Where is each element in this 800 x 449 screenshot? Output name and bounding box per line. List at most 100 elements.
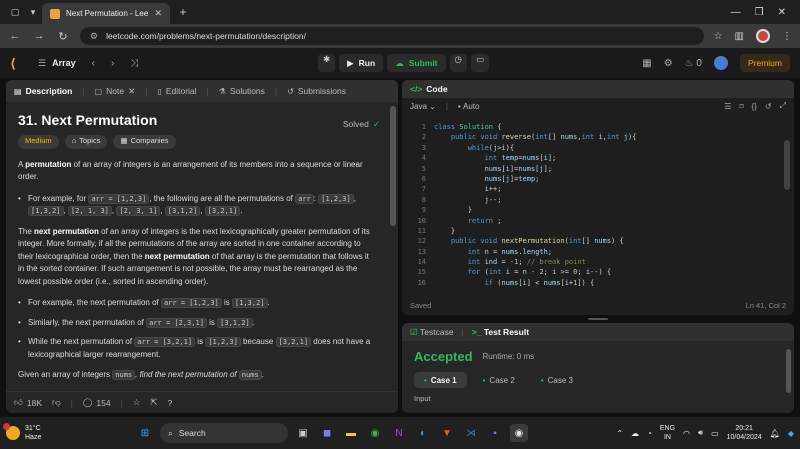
vscode-icon[interactable]: ⋊ bbox=[462, 424, 480, 442]
next-problem-icon[interactable]: › bbox=[111, 58, 114, 69]
reload-icon[interactable]: ↻ bbox=[56, 30, 70, 43]
task-view-icon[interactable]: ▣ bbox=[294, 424, 312, 442]
onenote-icon[interactable]: N bbox=[390, 424, 408, 442]
tab-actions-icon[interactable]: ▢ bbox=[6, 4, 24, 20]
tab-solutions[interactable]: ⚗ Solutions bbox=[219, 86, 265, 96]
history-icon: ↺ bbox=[287, 86, 294, 96]
premium-button[interactable]: Premium bbox=[739, 54, 790, 72]
user-avatar[interactable] bbox=[713, 56, 728, 70]
wifi-icon[interactable]: ◠ bbox=[683, 429, 690, 438]
copilot-icon[interactable]: ◆ bbox=[788, 429, 794, 438]
url-field[interactable]: ⚙ leetcode.com/problems/next-permutation… bbox=[80, 27, 704, 45]
prev-problem-icon[interactable]: ‹ bbox=[92, 58, 95, 69]
description-scrollbar[interactable] bbox=[390, 106, 396, 368]
panel-resize-handle[interactable] bbox=[402, 315, 794, 323]
taskbar-search[interactable]: ⌕ Search bbox=[160, 423, 288, 443]
divider: | bbox=[82, 86, 85, 96]
tab-list-icon[interactable]: ▾ bbox=[24, 4, 42, 20]
sidebar-icon[interactable]: ▥ bbox=[735, 31, 744, 42]
tab-test-result[interactable]: >_ Test Result bbox=[472, 327, 529, 337]
shuffle-icon[interactable]: ⤨ bbox=[130, 58, 138, 69]
minimize-icon[interactable]: — bbox=[731, 7, 741, 18]
format-icon[interactable]: ☰ bbox=[724, 102, 731, 111]
chip-label: Companies bbox=[130, 136, 169, 146]
companies-chip[interactable]: ▦ Companies bbox=[113, 134, 176, 149]
edge-icon[interactable]: ◐ bbox=[414, 424, 432, 442]
like-button[interactable]: 👍︎ 18K bbox=[14, 397, 42, 408]
chrome-icon[interactable]: ◉ bbox=[366, 424, 384, 442]
dislike-button[interactable]: 👎︎ bbox=[52, 397, 61, 408]
new-tab-icon[interactable]: + bbox=[174, 5, 192, 19]
leetcode-logo-icon[interactable]: ⟨ bbox=[10, 56, 24, 71]
divider: | bbox=[120, 397, 123, 408]
brave-icon[interactable]: ▼ bbox=[438, 424, 456, 442]
braces-icon[interactable]: {} bbox=[752, 102, 757, 111]
language-indicator[interactable]: ENG IN bbox=[660, 424, 675, 442]
share-icon[interactable]: ⇱ bbox=[150, 397, 157, 408]
difficulty-chip[interactable]: Medium bbox=[18, 134, 59, 149]
topics-chip[interactable]: ⌂ Topics bbox=[64, 134, 108, 149]
bookmark-star-icon[interactable]: ☆ bbox=[714, 31, 723, 42]
case-label: Case 2 bbox=[489, 375, 515, 385]
close-tab-icon[interactable]: ✕ bbox=[154, 8, 162, 19]
notes-button[interactable]: ▭ bbox=[470, 54, 489, 72]
teams-chat-icon[interactable]: ◼ bbox=[318, 424, 336, 442]
tab-description[interactable]: ▤ Description bbox=[14, 86, 72, 96]
weather-widget[interactable]: 31°C Haze bbox=[3, 423, 116, 442]
favorite-star-icon[interactable]: ☆ bbox=[133, 397, 141, 408]
code-scrollbar[interactable] bbox=[784, 122, 790, 288]
volume-icon[interactable]: 🔊︎ bbox=[698, 428, 703, 438]
code-editor[interactable]: 1 class Solution { 2 public void reverse(… bbox=[402, 122, 794, 288]
intellij-icon[interactable]: ▪ bbox=[486, 424, 504, 442]
comments-button[interactable]: ◯ 154 bbox=[83, 397, 111, 408]
case-3-tab[interactable]: • Case 3 bbox=[531, 372, 583, 388]
run-button[interactable]: ▶ Run bbox=[339, 54, 384, 72]
close-window-icon[interactable]: ✕ bbox=[778, 7, 786, 18]
start-windows-icon[interactable]: ⊞ bbox=[136, 424, 154, 442]
expand-icon[interactable]: ⤢ bbox=[780, 101, 786, 111]
clock[interactable]: 20:21 10/04/2024 bbox=[727, 424, 762, 442]
forward-icon[interactable]: → bbox=[32, 30, 46, 42]
onedrive-cloud-icon[interactable]: ☁ bbox=[631, 429, 639, 438]
timer-button[interactable]: ◷ bbox=[449, 54, 467, 72]
test-scrollbar[interactable] bbox=[786, 349, 791, 393]
search-label: Search bbox=[178, 428, 206, 438]
problem-list-name[interactable]: Array bbox=[52, 58, 76, 68]
debug-button[interactable]: ✱ bbox=[318, 54, 336, 72]
tab-testcase[interactable]: ☑ Testcase bbox=[410, 327, 454, 338]
scrollbar-thumb[interactable] bbox=[784, 140, 790, 190]
active-chrome-icon[interactable]: ◉ bbox=[510, 424, 528, 442]
maximize-icon[interactable]: ❐ bbox=[755, 7, 764, 18]
browser-tab[interactable]: Next Permutation - LeetCode ✕ bbox=[42, 3, 170, 24]
flask-icon: ⚗ bbox=[218, 86, 226, 96]
case-2-tab[interactable]: • Case 2 bbox=[473, 372, 525, 388]
tab-submissions[interactable]: ↺ Submissions bbox=[287, 86, 346, 96]
settings-icon[interactable]: ⚙ bbox=[664, 58, 673, 69]
leetcode-favicon-icon bbox=[50, 8, 60, 19]
close-icon[interactable]: ✕ bbox=[128, 86, 135, 97]
back-icon[interactable]: ← bbox=[8, 30, 22, 42]
autocomplete-toggle[interactable]: ▪ Auto bbox=[458, 102, 480, 111]
help-icon[interactable]: ? bbox=[168, 398, 173, 408]
tab-editorial[interactable]: ▯ Editorial bbox=[157, 86, 196, 96]
resize-grip[interactable] bbox=[588, 318, 608, 320]
scrollbar-thumb[interactable] bbox=[390, 106, 396, 226]
streak-counter[interactable]: ♨ 0 bbox=[685, 58, 702, 69]
layout-icon[interactable]: ▦ bbox=[642, 58, 651, 69]
case-1-tab[interactable]: • Case 1 bbox=[414, 372, 467, 388]
security-icon[interactable]: ◔ bbox=[647, 429, 652, 438]
chevron-up-icon[interactable]: ⌃ bbox=[616, 429, 623, 438]
reset-icon[interactable]: ↺ bbox=[765, 102, 772, 111]
submit-button[interactable]: ☁ Submit bbox=[387, 54, 446, 72]
profile-avatar[interactable] bbox=[756, 29, 770, 43]
battery-icon[interactable]: ▭ bbox=[711, 429, 719, 438]
language-select[interactable]: Java ⌄ bbox=[410, 102, 436, 111]
site-info-icon[interactable]: ⚙ bbox=[90, 31, 98, 42]
notification-bell-icon[interactable]: 🔔︎ bbox=[770, 429, 780, 438]
fire-icon: ♨ bbox=[684, 57, 694, 69]
menu-icon[interactable]: ⋮ bbox=[782, 31, 792, 42]
tab-note[interactable]: ▢ Note ✕ bbox=[95, 86, 136, 97]
runtime-label: Runtime: 0 ms bbox=[482, 352, 535, 361]
file-explorer-icon[interactable]: ▬ bbox=[342, 424, 360, 442]
bookmark-icon[interactable]: ⌑ bbox=[739, 102, 743, 111]
